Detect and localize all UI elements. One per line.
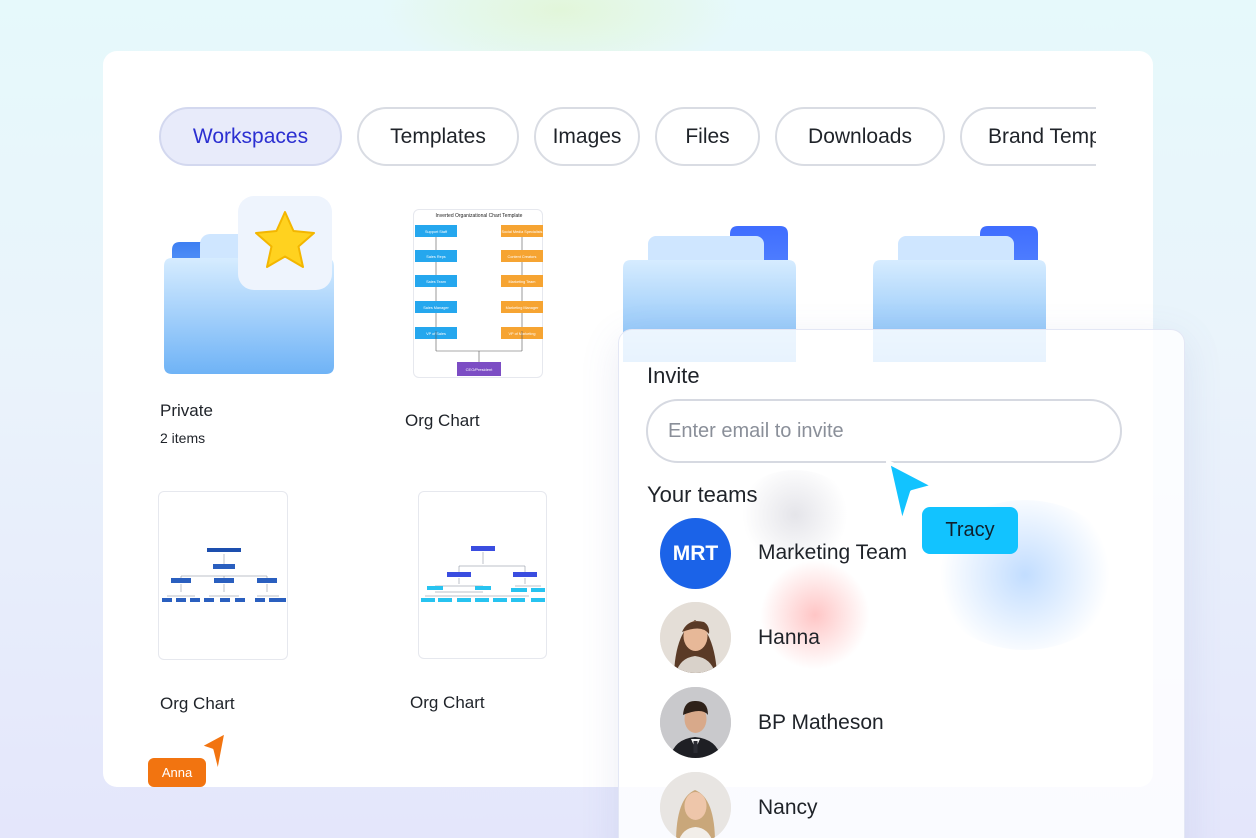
- tab-brand-templates[interactable]: Brand Templates: [960, 107, 1096, 166]
- org-chart-thumbnail[interactable]: [158, 491, 288, 660]
- org-node-label: Marketing Team: [509, 280, 536, 284]
- member-name-hanna[interactable]: Hanna: [758, 626, 820, 650]
- avatar-nancy[interactable]: [660, 772, 731, 838]
- member-name-nancy[interactable]: Nancy: [758, 796, 818, 820]
- tab-templates[interactable]: Templates: [357, 107, 519, 166]
- folder-item-count: 2 items: [160, 430, 206, 446]
- invite-title: Invite: [647, 363, 700, 388]
- org-node-label: Marketing Manager: [506, 306, 539, 310]
- org-node-label: Sales Team: [426, 280, 446, 284]
- org-chart-preview: Inverted Organizational Chart Template S…: [415, 213, 543, 376]
- private-folder-icon[interactable]: [160, 190, 340, 380]
- invite-email-input[interactable]: [646, 399, 1122, 463]
- org-node-label: Sales Manager: [423, 306, 449, 310]
- tab-files[interactable]: Files: [655, 107, 760, 166]
- member-name-bp-matheson[interactable]: BP Matheson: [758, 711, 884, 735]
- folder-name-private[interactable]: Private: [160, 401, 213, 421]
- tab-workspaces[interactable]: Workspaces: [159, 107, 342, 166]
- team-avatar[interactable]: MRT: [660, 518, 731, 589]
- file-name-org-chart[interactable]: Org Chart: [160, 694, 235, 714]
- file-name-org-chart[interactable]: Org Chart: [410, 693, 485, 713]
- org-chart-preview: [421, 546, 545, 602]
- member-name-marketing-team[interactable]: Marketing Team: [758, 541, 907, 565]
- collaborator-cursor-label: Tracy: [922, 507, 1018, 554]
- collaborator-cursor-label: Anna: [148, 758, 206, 787]
- org-node-label: Content Creators: [508, 255, 537, 259]
- org-node-label: Social Media Specialists: [502, 230, 543, 234]
- avatar-bp-matheson[interactable]: [660, 687, 731, 758]
- svg-text:Inverted Organizational Chart: Inverted Organizational Chart Template: [436, 213, 523, 219]
- tab-bar: Workspaces Templates Images Files Downlo…: [159, 107, 1096, 167]
- background-blur: [760, 560, 870, 670]
- org-chart-preview: [162, 548, 286, 602]
- org-chart-thumbnail[interactable]: [418, 491, 547, 659]
- org-node-label: Support Staff: [425, 230, 448, 234]
- org-node-label: Sales Reps: [426, 255, 446, 259]
- svg-text:CEO/President: CEO/President: [466, 367, 494, 372]
- avatar-hanna[interactable]: [660, 602, 731, 673]
- file-name-org-chart[interactable]: Org Chart: [405, 411, 480, 431]
- tab-images[interactable]: Images: [534, 107, 640, 166]
- org-chart-thumbnail[interactable]: Inverted Organizational Chart Template S…: [413, 209, 543, 378]
- your-teams-heading: Your teams: [647, 482, 758, 507]
- tab-downloads[interactable]: Downloads: [775, 107, 945, 166]
